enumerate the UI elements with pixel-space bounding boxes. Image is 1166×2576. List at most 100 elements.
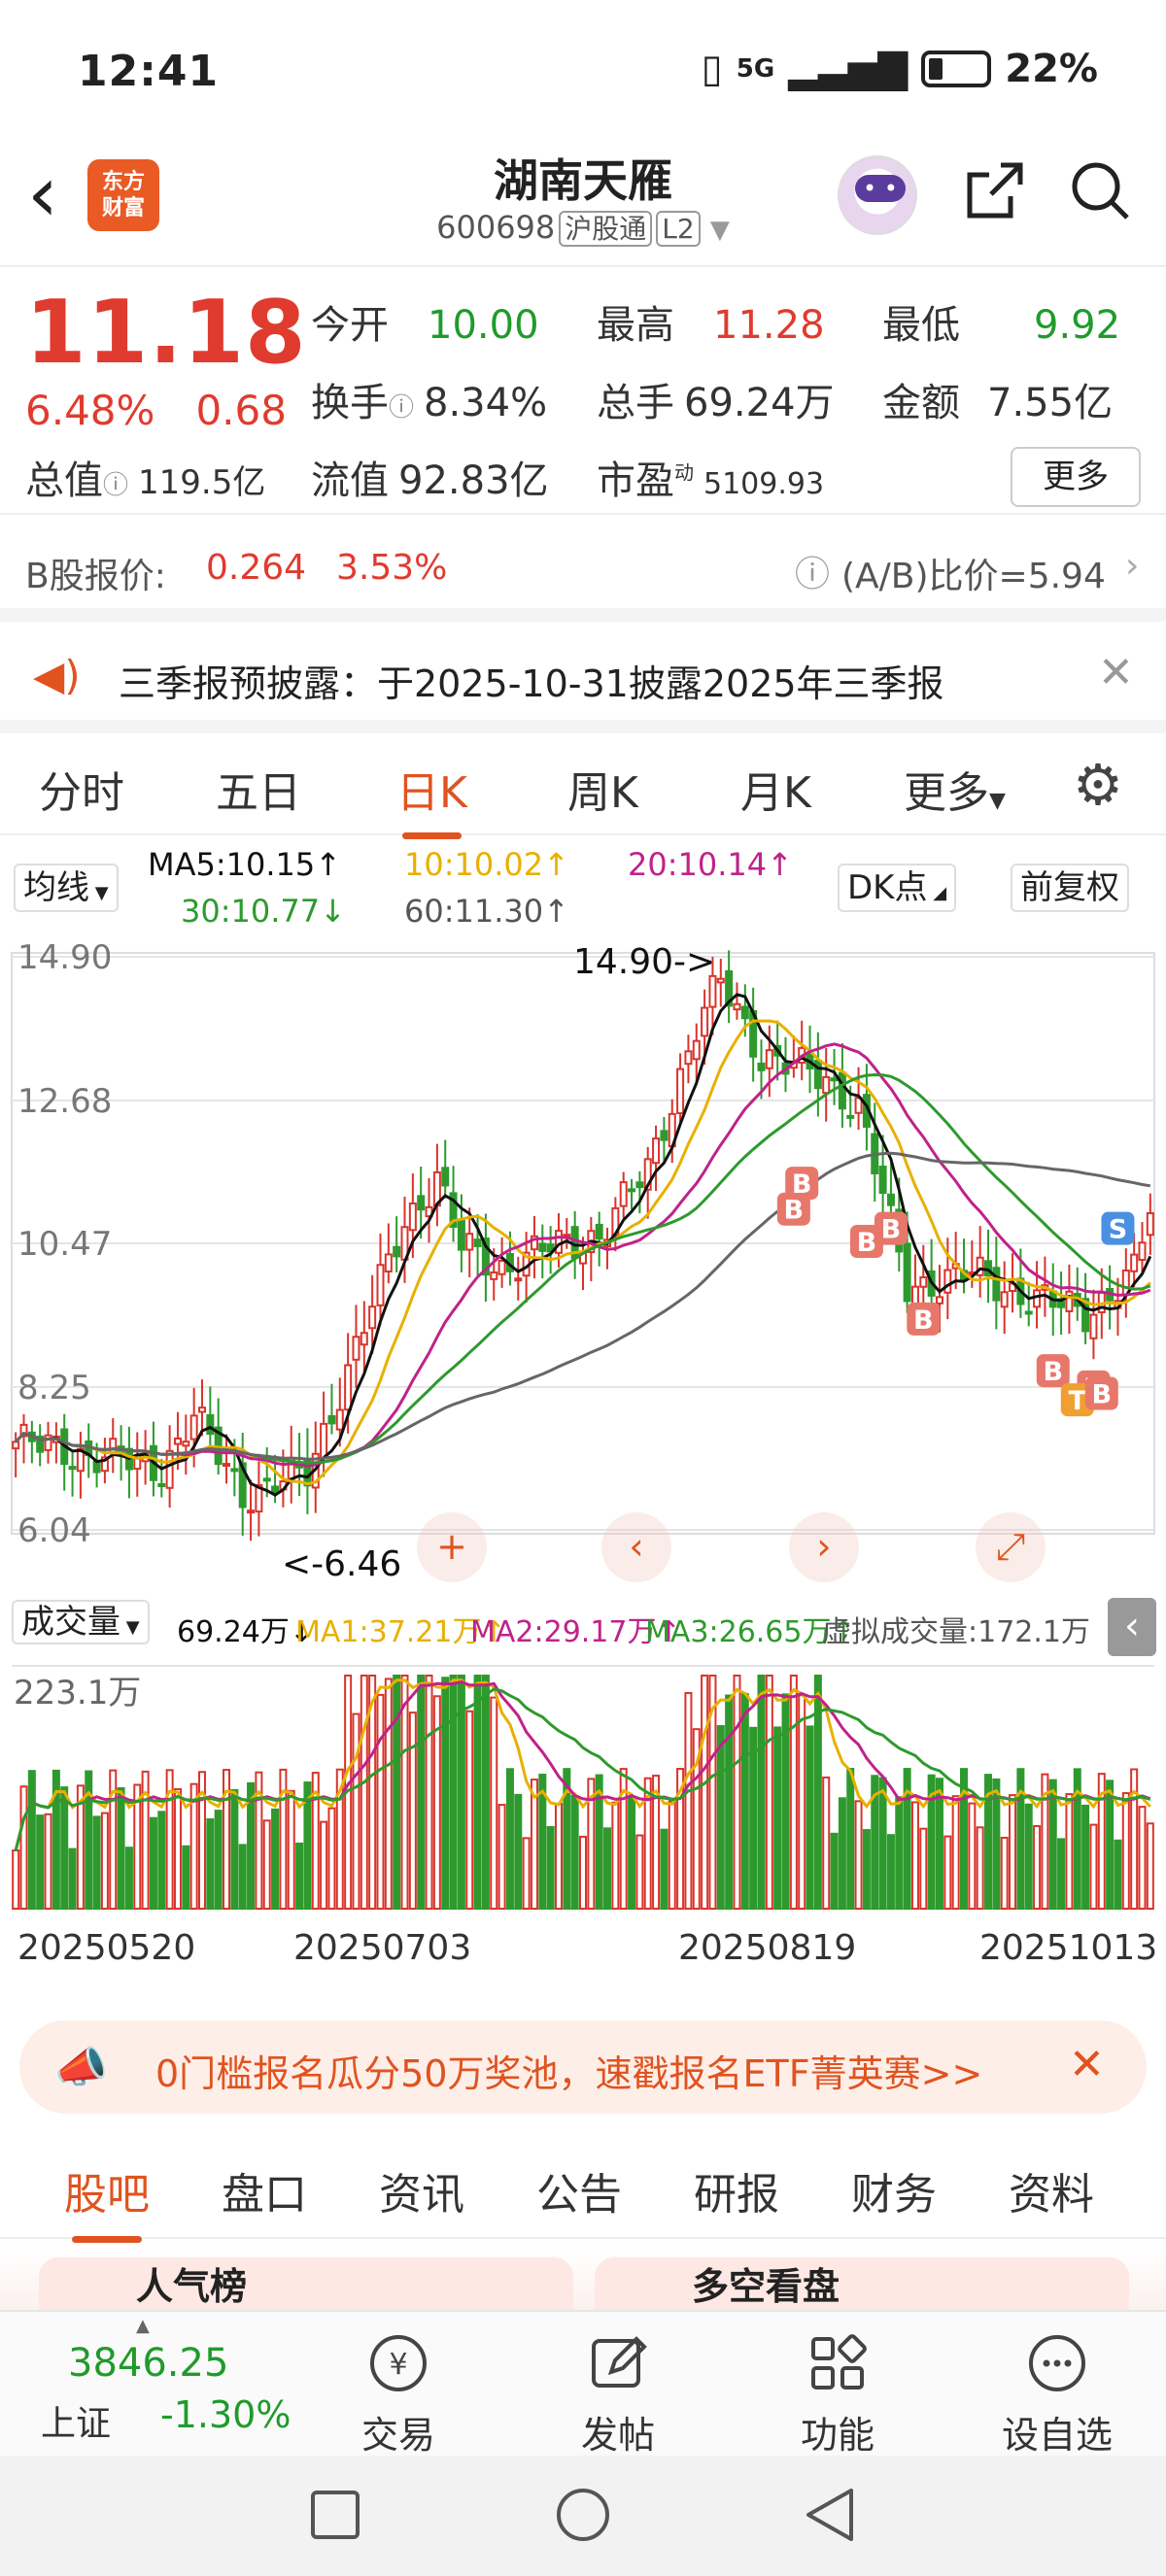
candle-body: [619, 1181, 628, 1207]
ma60-value: 60:11.30↑: [404, 893, 569, 930]
promo-banner[interactable]: 📣 0门槛报名瓜分50万奖池，速戳报名ETF菁英赛>> ✕: [19, 2020, 1147, 2114]
app-logo[interactable]: 东方 财富: [87, 159, 159, 231]
volume-bar: [465, 1710, 474, 1910]
candle-body: [262, 1477, 271, 1482]
candle-body: [457, 1220, 465, 1251]
volume-bar: [838, 1797, 846, 1910]
dk-label: DK点: [847, 868, 928, 907]
volume-bar: [603, 1827, 612, 1910]
volume-indicator-select[interactable]: 成交量 ▼: [12, 1600, 150, 1644]
candle-body: [846, 1114, 855, 1119]
tab-news[interactable]: 资讯: [379, 2159, 464, 2221]
adjust-select[interactable]: 前复权: [1011, 864, 1129, 912]
more-button[interactable]: 更多: [1011, 447, 1141, 507]
caret-up-icon: ▲: [136, 2316, 150, 2336]
tab-profile[interactable]: 资料: [1009, 2159, 1094, 2221]
tab-finance[interactable]: 财务: [851, 2159, 937, 2221]
info-icon[interactable]: ⓘ: [103, 471, 128, 500]
kline-chart[interactable]: 14.9012.6810.478.256.04 BBBBBBBSTB+‹›⤢ 1…: [0, 937, 1166, 2001]
volume-bar: [449, 1675, 458, 1910]
signal-letter: T: [1069, 1386, 1087, 1416]
index-value[interactable]: 3846.25: [68, 2341, 228, 2386]
caret-down-icon[interactable]: ▼: [710, 216, 730, 245]
mktcap-stat: 总值ⓘ 119.5亿: [25, 449, 265, 505]
add-watchlist-button[interactable]: 设自选: [989, 2329, 1125, 2458]
volume-bar: [497, 1804, 506, 1910]
signal-letter: B: [1043, 1357, 1063, 1387]
candle-body: [408, 1202, 417, 1232]
candle-body: [1146, 1211, 1154, 1237]
index-pct[interactable]: -1.30%: [160, 2393, 291, 2436]
pe-label: 市盈: [597, 458, 674, 503]
volume-bar: [173, 1787, 182, 1910]
share-icon[interactable]: [962, 159, 1026, 223]
post-button[interactable]: 发帖: [550, 2329, 686, 2458]
tab-guba[interactable]: 股吧: [64, 2159, 150, 2243]
bull-bear-card[interactable]: 多空看盘: [595, 2257, 1129, 2316]
price-axis-label: 8.25: [17, 1369, 91, 1407]
home-icon: [557, 2489, 609, 2541]
assistant-avatar[interactable]: [838, 155, 917, 235]
volume-bar: [514, 1793, 523, 1910]
announcement-bar[interactable]: ◀) 三季报预披露：于2025-10-31披露2025年三季报 ✕: [0, 627, 1166, 733]
tab-research[interactable]: 研报: [694, 2159, 779, 2221]
signal-letter: B: [784, 1196, 805, 1226]
status-icons: ▯ 5G ▂▃▅▇ 22%: [702, 47, 1098, 91]
b-share-price: 0.264: [206, 548, 307, 588]
tab-weekly-k[interactable]: 周K: [567, 758, 638, 820]
ma30-value: 30:10.77↓: [181, 893, 346, 930]
volume-bar: [92, 1815, 101, 1910]
dk-point-select[interactable]: DK点 ◢: [838, 864, 957, 912]
trade-label: 交易: [360, 2414, 435, 2457]
info-icon[interactable]: ⓘ: [389, 393, 414, 423]
candle-body: [935, 1296, 943, 1305]
candle-body: [376, 1264, 385, 1306]
grid-icon: [811, 2334, 867, 2390]
tab-pankou[interactable]: 盘口: [222, 2159, 307, 2221]
back-icon[interactable]: ‹: [27, 155, 58, 233]
volume-bar: [846, 1768, 855, 1911]
volume-bar: [668, 1800, 676, 1911]
kline-svg[interactable]: 14.9012.6810.478.256.04 BBBBBBBSTB+‹›⤢: [0, 937, 1166, 2001]
tab-announcements[interactable]: 公告: [536, 2159, 622, 2221]
b-share-label: B股报价:: [25, 557, 166, 596]
candle-body: [206, 1413, 215, 1436]
stock-code: 600698: [436, 209, 556, 246]
candle-body: [919, 1275, 928, 1288]
candle-body: [320, 1422, 328, 1460]
turnover-stat: 换手ⓘ 8.34%: [311, 371, 547, 427]
b-share-row[interactable]: B股报价: 0.264 3.53% ⓘ (A/B)比价=5.94 ›: [0, 525, 1166, 622]
close-icon[interactable]: ✕: [1098, 648, 1134, 697]
settings-icon[interactable]: ⚙: [1073, 752, 1123, 818]
change-line: 6.48% 0.68: [25, 387, 327, 434]
candle-body: [12, 1441, 20, 1450]
volume-bar: [1009, 1794, 1017, 1910]
indicator-type-select[interactable]: 均线 ▼: [14, 864, 119, 912]
help-icon[interactable]: ⓘ: [795, 546, 830, 596]
index-name[interactable]: 上证: [41, 2395, 111, 2446]
volume-bar: [878, 1777, 887, 1910]
tab-daily-k[interactable]: 日K: [396, 758, 467, 839]
functions-button[interactable]: 功能: [770, 2329, 906, 2458]
popularity-card[interactable]: 人气榜: [39, 2257, 573, 2316]
collapse-icon[interactable]: ‹: [1108, 1598, 1156, 1656]
tab-five-day[interactable]: 五日: [216, 758, 301, 820]
back-nav-icon: [806, 2489, 853, 2541]
search-icon[interactable]: [1069, 159, 1133, 223]
svg-text:¥: ¥: [389, 2348, 407, 2382]
candle-body: [230, 1468, 239, 1473]
status-time: 12:41: [78, 47, 220, 96]
trade-button[interactable]: ¥ 交易: [330, 2329, 466, 2458]
candle-body: [757, 1062, 766, 1071]
ab-ratio: (A/B)比价=5.94: [841, 557, 1106, 596]
close-icon[interactable]: ✕: [1069, 2040, 1105, 2089]
volume-bar: [182, 1845, 190, 1910]
tab-monthly-k[interactable]: 月K: [740, 758, 811, 820]
volume-bar: [854, 1800, 863, 1910]
tab-intraday[interactable]: 分时: [39, 758, 124, 820]
volume-bar: [725, 1694, 734, 1911]
turnover-label: 换手: [311, 381, 389, 425]
tab-more[interactable]: 更多▼: [904, 758, 1006, 820]
volume-bar: [1121, 1792, 1130, 1910]
low-label: 最低: [882, 303, 960, 348]
